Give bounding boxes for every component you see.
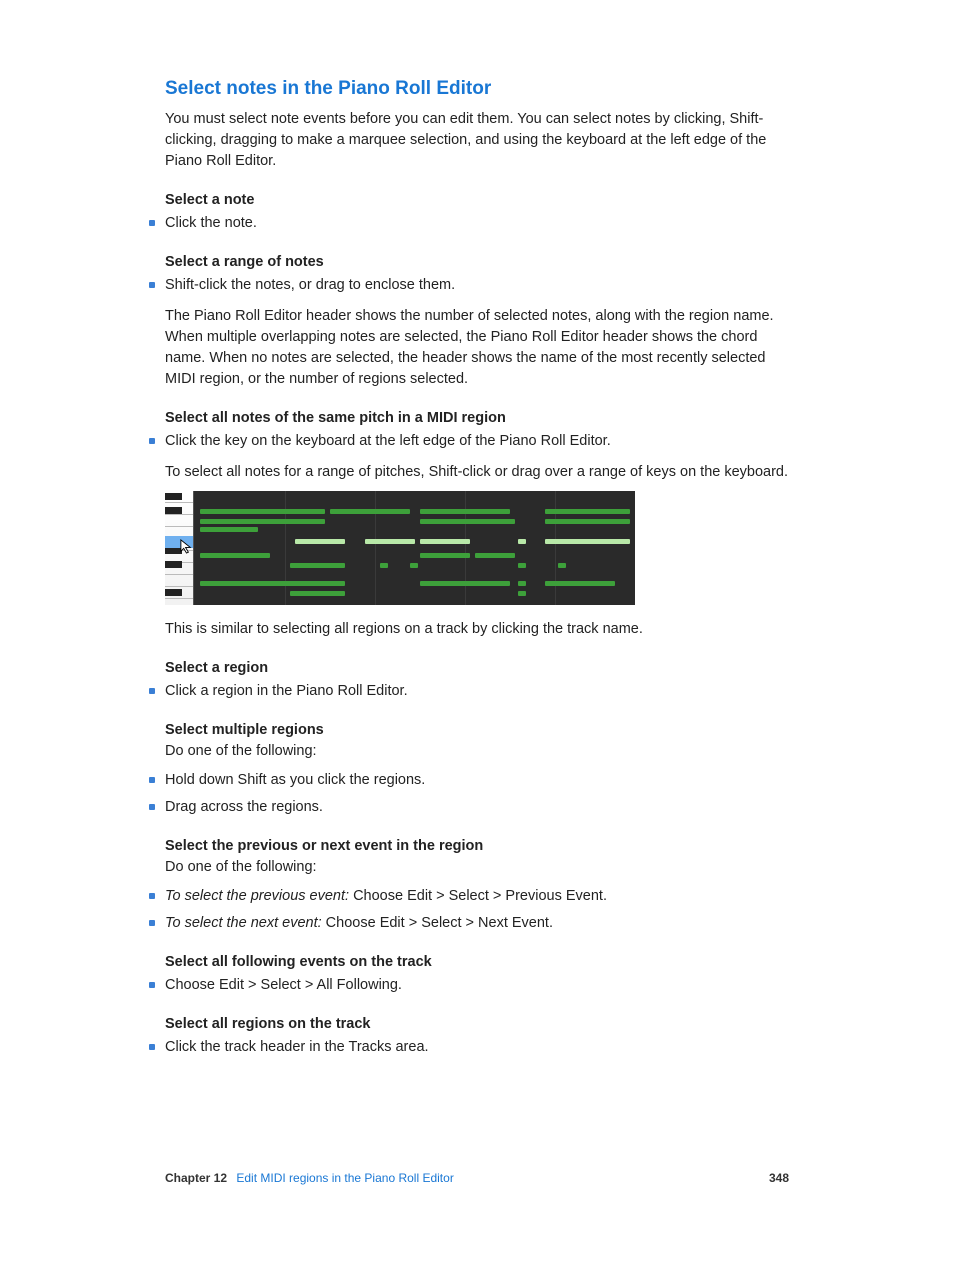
subhead-text: Do one of the following: [165, 857, 789, 878]
bullet-list: Click the key on the keyboard at the lef… [165, 431, 789, 452]
body-paragraph: This is similar to selecting all regions… [165, 619, 789, 640]
run-in-label: To select the next event: [165, 915, 322, 931]
bullet-list: Click the track header in the Tracks are… [165, 1037, 789, 1058]
list-item: Click the note. [165, 213, 789, 234]
page-number: 348 [769, 1170, 789, 1187]
intro-paragraph: You must select note events before you c… [165, 109, 789, 172]
heading-select-range: Select a range of notes [165, 252, 789, 273]
section-title: Select notes in the Piano Roll Editor [165, 75, 789, 103]
piano-roll-figure [165, 491, 635, 605]
subhead-text: Do one of the following: [165, 741, 789, 762]
cursor-icon [179, 539, 194, 554]
bullet-list: Shift-click the notes, or drag to enclos… [165, 275, 789, 296]
list-item: Click the track header in the Tracks are… [165, 1037, 789, 1058]
heading-select-same-pitch: Select all notes of the same pitch in a … [165, 408, 789, 429]
document-page: Select notes in the Piano Roll Editor Yo… [0, 0, 954, 1265]
list-item: Click a region in the Piano Roll Editor. [165, 681, 789, 702]
heading-select-note: Select a note [165, 190, 789, 211]
list-item-text: Choose Edit > Select > Previous Event. [349, 888, 607, 904]
bullet-list: Choose Edit > Select > All Following. [165, 975, 789, 996]
list-item: Click the key on the keyboard at the lef… [165, 431, 789, 452]
list-item: Shift-click the notes, or drag to enclos… [165, 275, 789, 296]
list-item: To select the previous event: Choose Edi… [165, 886, 789, 907]
list-item: Choose Edit > Select > All Following. [165, 975, 789, 996]
list-item: Hold down Shift as you click the regions… [165, 770, 789, 791]
bullet-list: Click a region in the Piano Roll Editor. [165, 681, 789, 702]
bullet-list: Click the note. [165, 213, 789, 234]
page-footer: Chapter 12 Edit MIDI regions in the Pian… [165, 1170, 789, 1187]
heading-select-following: Select all following events on the track [165, 952, 789, 973]
chapter-label: Chapter 12 [165, 1171, 227, 1185]
body-paragraph: The Piano Roll Editor header shows the n… [165, 306, 789, 390]
bullet-list: To select the previous event: Choose Edi… [165, 886, 789, 934]
heading-select-prev-next: Select the previous or next event in the… [165, 836, 789, 857]
list-item: To select the next event: Choose Edit > … [165, 913, 789, 934]
list-item-text: Choose Edit > Select > Next Event. [322, 915, 553, 931]
run-in-label: To select the previous event: [165, 888, 349, 904]
footer-left: Chapter 12 Edit MIDI regions in the Pian… [165, 1170, 454, 1187]
heading-select-all-regions: Select all regions on the track [165, 1014, 789, 1035]
bullet-list: Hold down Shift as you click the regions… [165, 770, 789, 818]
heading-select-multiple: Select multiple regions [165, 720, 789, 741]
list-item: Drag across the regions. [165, 797, 789, 818]
chapter-title-link[interactable]: Edit MIDI regions in the Piano Roll Edit… [236, 1171, 453, 1185]
heading-select-region: Select a region [165, 658, 789, 679]
body-paragraph: To select all notes for a range of pitch… [165, 462, 789, 483]
